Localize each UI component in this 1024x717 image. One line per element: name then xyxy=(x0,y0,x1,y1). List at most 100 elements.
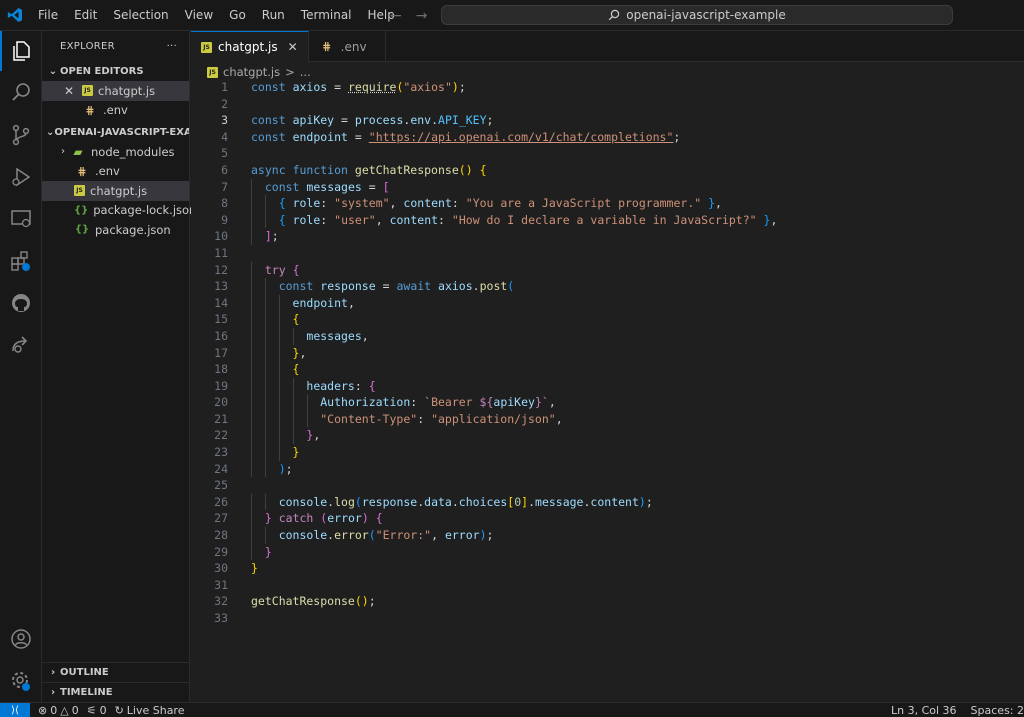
code-line[interactable]: 24 ); xyxy=(191,460,1024,478)
forward-arrow-icon[interactable]: → xyxy=(416,8,428,24)
code-line[interactable]: 6 async function getChatResponse() { xyxy=(191,162,1024,179)
menu-file[interactable]: File xyxy=(30,0,66,31)
line-number: 5 xyxy=(221,146,228,161)
code-line[interactable]: 12 try { xyxy=(191,261,1024,279)
editor-tabs: JS chatgpt.js ✕ ⋕ .env xyxy=(191,31,1024,62)
project-folder-section[interactable]: ⌄ OPENAI-JAVASCRIPT-EXA... xyxy=(42,122,189,142)
json-file-icon: {} xyxy=(74,204,89,216)
search-icon[interactable] xyxy=(0,73,42,113)
code-line[interactable]: 10 ]; xyxy=(191,228,1024,245)
code-text: } catch (error) { xyxy=(264,511,383,526)
code-line[interactable]: 21 "Content-Type": "application/json", xyxy=(191,410,1024,428)
close-icon[interactable]: ✕ xyxy=(64,84,78,98)
live-share-icon[interactable] xyxy=(0,325,42,365)
code-editor[interactable]: 1 const axios = require("axios"); 2 3 const … xyxy=(191,79,1024,702)
command-center-search[interactable]: openai-javascript-example xyxy=(441,5,953,25)
code-line[interactable]: 13 const response = await axios.post( xyxy=(191,278,1024,295)
code-line[interactable]: 18 { xyxy=(191,361,1024,378)
code-line[interactable]: 22 }, xyxy=(191,427,1024,445)
extensions-icon[interactable] xyxy=(0,241,42,281)
indentation[interactable]: Spaces: 2 xyxy=(971,704,1024,717)
tab-label: .env xyxy=(340,39,367,54)
code-line[interactable]: 11 xyxy=(191,245,1024,262)
project-folder-label: OPENAI-JAVASCRIPT-EXA... xyxy=(54,126,189,138)
tab-label: chatgpt.js xyxy=(218,40,278,54)
menu-view[interactable]: View xyxy=(177,0,221,31)
timeline-section[interactable]: › TIMELINE xyxy=(42,682,190,702)
remote-explorer-icon[interactable] xyxy=(0,199,42,239)
remote-indicator-icon[interactable]: ⟩⟨ xyxy=(0,702,30,717)
line-number: 31 xyxy=(214,577,228,592)
line-number: 29 xyxy=(214,544,228,559)
open-editors-section[interactable]: ⌄ OPEN EDITORS xyxy=(42,61,189,81)
code-line[interactable]: 32 getChatResponse(); xyxy=(191,593,1024,610)
ports-indicator[interactable]: ⚟ 0 xyxy=(87,704,107,717)
run-debug-icon[interactable] xyxy=(0,157,42,197)
breadcrumb-file[interactable]: chatgpt.js xyxy=(223,65,280,79)
code-line[interactable]: 28 console.error("Error:", error); xyxy=(191,527,1024,544)
line-number: 13 xyxy=(214,279,228,294)
code-line[interactable]: 8 { role: "system", content: "You are a … xyxy=(191,195,1024,212)
code-text: ]; xyxy=(264,229,279,244)
code-line[interactable]: 3 const apiKey = process.env.API_KEY; xyxy=(191,112,1024,129)
live-share-button[interactable]: ↻ Live Share xyxy=(115,704,185,717)
code-line[interactable]: 29 } xyxy=(191,543,1024,561)
tree-item-env[interactable]: ⋕ .env xyxy=(42,162,189,182)
code-line[interactable]: 4 const endpoint = "https://api.openai.co… xyxy=(191,129,1024,146)
github-icon[interactable] xyxy=(0,283,42,323)
tree-item-chatgpt-js[interactable]: JS chatgpt.js xyxy=(42,181,189,201)
tree-item-package-lock[interactable]: {} package-lock.json xyxy=(42,201,196,221)
close-icon[interactable]: ✕ xyxy=(288,40,298,54)
accounts-icon[interactable] xyxy=(0,619,42,659)
open-editor-env[interactable]: ⋕ .env xyxy=(42,101,189,121)
back-arrow-icon[interactable]: ← xyxy=(390,8,402,24)
code-text: getChatResponse(); xyxy=(251,594,376,609)
code-line[interactable]: 17 }, xyxy=(191,344,1024,362)
more-actions-icon[interactable]: ··· xyxy=(167,41,177,52)
tab-chatgpt-js[interactable]: JS chatgpt.js ✕ xyxy=(191,31,309,62)
chevron-right-icon: › xyxy=(50,667,56,678)
code-line[interactable]: 9 { role: "user", content: "How do I dec… xyxy=(191,211,1024,229)
code-line[interactable]: 25 xyxy=(191,477,1024,494)
line-number: 24 xyxy=(214,461,228,476)
code-line[interactable]: 19 headers: { xyxy=(191,377,1024,395)
chevron-right-icon: › xyxy=(50,687,56,698)
cursor-position[interactable]: Ln 3, Col 36 xyxy=(891,704,957,717)
menu-edit[interactable]: Edit xyxy=(66,0,105,31)
code-line[interactable]: 27 } catch (error) { xyxy=(191,510,1024,528)
code-text: console.log(response.data.choices[0].mes… xyxy=(278,494,653,509)
tree-item-package-json[interactable]: {} package.json xyxy=(42,220,189,240)
menu-run[interactable]: Run xyxy=(254,0,293,31)
problems-indicator[interactable]: ⊗ 0 △ 0 xyxy=(38,704,79,717)
code-line[interactable]: 33 xyxy=(191,610,1024,627)
tree-item-node-modules[interactable]: › ▰ node_modules xyxy=(42,142,189,162)
breadcrumb-more[interactable]: ... xyxy=(300,65,311,79)
source-control-icon[interactable] xyxy=(0,115,42,155)
code-line[interactable]: 16 messages, xyxy=(191,327,1024,345)
tab-env[interactable]: ⋕ .env xyxy=(309,31,386,62)
code-line[interactable]: 2 xyxy=(191,96,1024,113)
line-number: 7 xyxy=(221,179,228,194)
code-line[interactable]: 15 { xyxy=(191,311,1024,328)
code-line[interactable]: 26 console.log(response.data.choices[0].… xyxy=(191,493,1024,511)
menu-selection[interactable]: Selection xyxy=(105,0,176,31)
line-number: 11 xyxy=(214,245,228,260)
code-text: try { xyxy=(264,262,300,277)
code-line[interactable]: 1 const axios = require("axios"); xyxy=(191,79,1024,96)
manage-gear-icon[interactable] xyxy=(0,661,42,701)
code-line[interactable]: 31 xyxy=(191,577,1024,594)
menu-go[interactable]: Go xyxy=(221,0,254,31)
open-editor-chatgpt[interactable]: ✕ JS chatgpt.js xyxy=(42,81,189,101)
code-line[interactable]: 23 } xyxy=(191,444,1024,461)
code-text: console.error("Error:", error); xyxy=(278,528,494,543)
code-line[interactable]: 30} xyxy=(191,560,1024,577)
command-center-label: openai-javascript-example xyxy=(626,8,786,22)
code-line[interactable]: 5 xyxy=(191,145,1024,162)
code-line[interactable]: 7 const messages = [ xyxy=(191,178,1024,196)
code-line[interactable]: 20 Authorization: `Bearer ${apiKey}`, xyxy=(191,394,1024,411)
outline-section[interactable]: › OUTLINE xyxy=(42,662,190,682)
menu-terminal[interactable]: Terminal xyxy=(293,0,360,31)
explorer-icon[interactable] xyxy=(0,31,42,71)
code-line[interactable]: 14 endpoint, xyxy=(191,294,1024,312)
line-number: 26 xyxy=(214,494,228,509)
